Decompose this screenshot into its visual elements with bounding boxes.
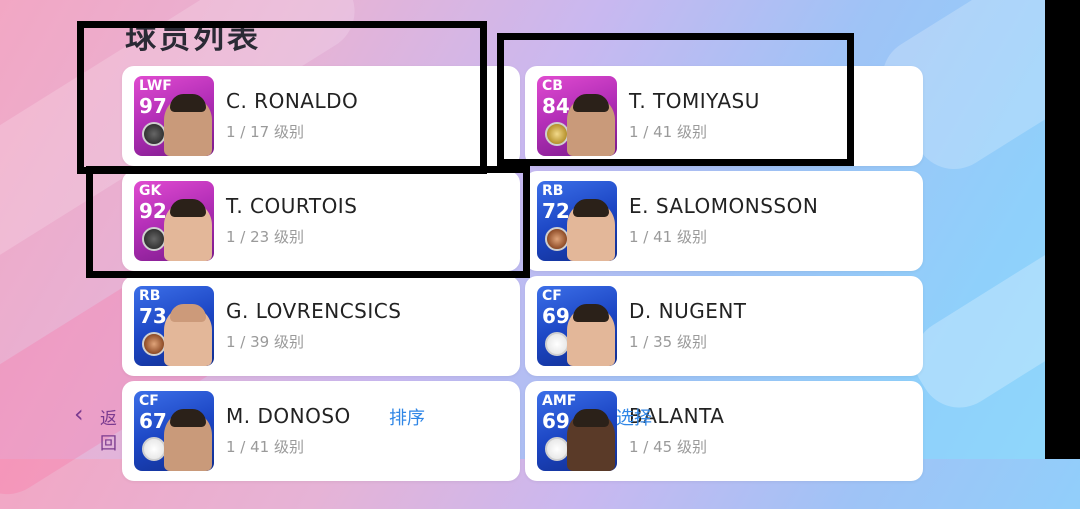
position-label: RB: [542, 183, 564, 199]
player-name: T. TOMIYASU: [629, 89, 760, 113]
position-label: AMF: [542, 393, 577, 409]
player-card-tomiyasu[interactable]: CB 84 T. TOMIYASU 1 / 41 级别: [525, 66, 923, 166]
rating-label: 84: [542, 94, 570, 118]
player-level: 1 / 41 级别: [226, 438, 304, 456]
player-name: D. NUGENT: [629, 299, 747, 323]
player-portrait-icon: [567, 409, 615, 471]
player-thumbnail: AMF 69: [537, 391, 617, 471]
player-level: 1 / 23 级别: [226, 228, 304, 246]
player-level: 1 / 41 级别: [629, 228, 707, 246]
player-name: M. DONOSO: [226, 404, 351, 428]
club-badge-icon: [142, 332, 166, 356]
player-card-balanta[interactable]: AMF 69 BALANTA 1 / 45 级别: [525, 381, 923, 481]
player-thumbnail: CB 84: [537, 76, 617, 156]
club-badge-icon: [142, 227, 166, 251]
player-portrait-icon: [567, 199, 615, 261]
player-level: 1 / 39 级别: [226, 333, 304, 351]
club-badge-icon: [142, 122, 166, 146]
player-name: C. RONALDO: [226, 89, 359, 113]
player-name: E. SALOMONSSON: [629, 194, 819, 218]
player-thumbnail: GK 92: [134, 181, 214, 261]
player-level: 1 / 45 级别: [629, 438, 707, 456]
player-thumbnail: CF 69: [537, 286, 617, 366]
position-label: LWF: [139, 78, 172, 94]
club-badge-icon: [545, 332, 569, 356]
position-label: RB: [139, 288, 161, 304]
player-name: T. COURTOIS: [226, 194, 358, 218]
position-label: GK: [139, 183, 162, 199]
page-title: 球员列表: [125, 20, 261, 56]
player-card-donoso[interactable]: CF 67 M. DONOSO 1 / 41 级别: [122, 381, 520, 481]
chevron-left-icon: ‹: [74, 400, 84, 428]
rating-label: 72: [542, 199, 570, 223]
screen-edge-bar: [1045, 0, 1080, 459]
position-label: CB: [542, 78, 563, 94]
rating-label: 97: [139, 94, 167, 118]
player-card-courtois[interactable]: GK 92 T. COURTOIS 1 / 23 级别: [122, 171, 520, 271]
position-label: CF: [139, 393, 159, 409]
player-card-ronaldo[interactable]: LWF 97 C. RONALDO 1 / 17 级别: [122, 66, 520, 166]
position-label: CF: [542, 288, 562, 304]
player-portrait-icon: [164, 304, 212, 366]
club-badge-icon: [545, 227, 569, 251]
player-portrait-icon: [164, 409, 212, 471]
select-button[interactable]: 选择: [616, 404, 652, 430]
back-label: 返回: [100, 409, 117, 454]
player-level: 1 / 41 级别: [629, 123, 707, 141]
rating-label: 73: [139, 304, 167, 328]
player-level: 1 / 17 级别: [226, 123, 304, 141]
sort-button[interactable]: 排序: [389, 404, 425, 430]
player-level: 1 / 35 级别: [629, 333, 707, 351]
club-badge-icon: [142, 437, 166, 461]
player-card-lovrencsics[interactable]: RB 73 G. LOVRENCSICS 1 / 39 级别: [122, 276, 520, 376]
player-portrait-icon: [164, 94, 212, 156]
rating-label: 69: [542, 304, 570, 328]
player-card-nugent[interactable]: CF 69 D. NUGENT 1 / 35 级别: [525, 276, 923, 376]
player-card-salomonsson[interactable]: RB 72 E. SALOMONSSON 1 / 41 级别: [525, 171, 923, 271]
rating-label: 92: [139, 199, 167, 223]
club-badge-icon: [545, 437, 569, 461]
rating-label: 67: [139, 409, 167, 433]
player-name: G. LOVRENCSICS: [226, 299, 402, 323]
player-portrait-icon: [567, 94, 615, 156]
player-thumbnail: LWF 97: [134, 76, 214, 156]
player-portrait-icon: [164, 199, 212, 261]
rating-label: 69: [542, 409, 570, 433]
player-thumbnail: RB 73: [134, 286, 214, 366]
player-thumbnail: CF 67: [134, 391, 214, 471]
player-portrait-icon: [567, 304, 615, 366]
club-badge-icon: [545, 122, 569, 146]
player-thumbnail: RB 72: [537, 181, 617, 261]
